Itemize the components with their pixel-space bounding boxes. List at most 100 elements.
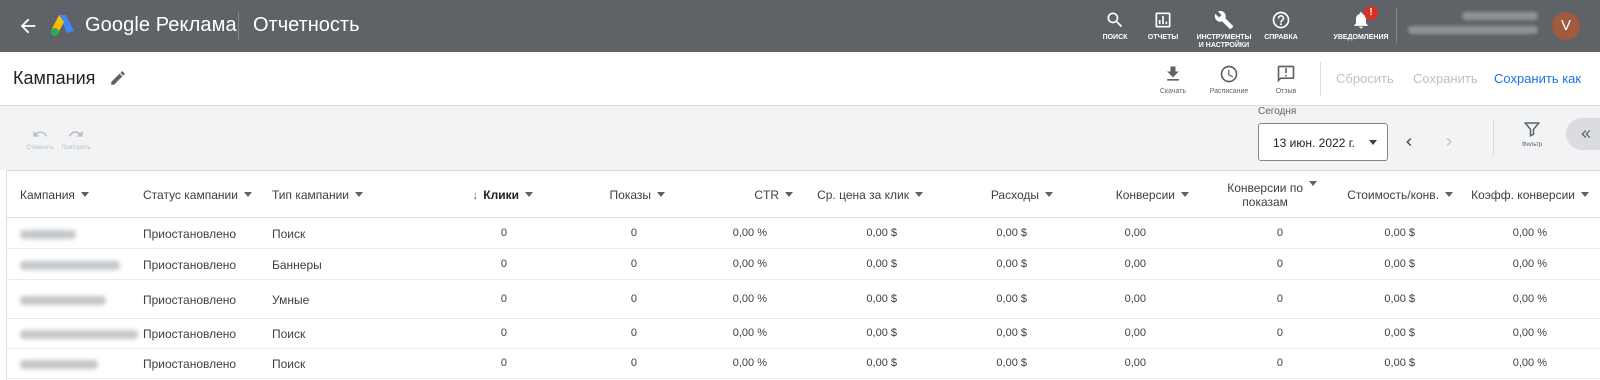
table-row[interactable]: Приостановлено Поиск 0 0 0,00 % 0,00 $ 0,00 $ 0… bbox=[7, 219, 1600, 249]
date-range-picker[interactable]: 13 июн. 2022 г. bbox=[1258, 123, 1388, 161]
col-header-status[interactable]: Статус кампании bbox=[143, 171, 252, 218]
col-header-campaign[interactable]: Кампания bbox=[20, 171, 89, 218]
cost-cell: 0,00 $ bbox=[996, 327, 1027, 339]
impressions-cell: 0 bbox=[630, 293, 637, 305]
chevron-left-icon[interactable] bbox=[1401, 134, 1417, 150]
table-row[interactable]: Приостановлено Поиск 0 0 0,00 % 0,00 $ 0,00 $ 0… bbox=[7, 349, 1600, 379]
cost-cell: 0,00 $ bbox=[996, 258, 1027, 270]
report-toolbar: Отменить Повторить Сегодня 13 июн. 2022 … bbox=[0, 106, 1600, 170]
status-cell: Приостановлено bbox=[143, 293, 237, 307]
redo-icon bbox=[68, 130, 83, 137]
col-header-avg-cpc[interactable]: Ср. цена за клик bbox=[793, 171, 923, 218]
redo-button[interactable]: Повторить bbox=[56, 126, 96, 151]
campaign-name-cell[interactable] bbox=[20, 296, 106, 308]
reset-button[interactable]: Сбросить bbox=[1336, 71, 1394, 86]
save-button[interactable]: Сохранить bbox=[1413, 71, 1478, 86]
campaign-name-cell[interactable] bbox=[20, 230, 76, 242]
col-header-ctr[interactable]: CTR bbox=[677, 171, 793, 218]
conversions-cell: 0,00 bbox=[1124, 258, 1146, 270]
table-row[interactable]: Приостановлено Баннеры 0 0 0,00 % 0,00 $ 0,00 … bbox=[7, 249, 1600, 280]
filter-button[interactable]: Фильтр bbox=[1515, 120, 1549, 148]
report-title-bar: Кампания Скачать Расписание Отзыв Сброси… bbox=[0, 52, 1600, 106]
help-tool-button[interactable]: СПРАВКА bbox=[1258, 10, 1304, 42]
reports-tool-button[interactable]: ОТЧЕТЫ bbox=[1142, 10, 1184, 42]
conv-rate-cell: 0,00 % bbox=[1512, 357, 1547, 369]
schedule-button[interactable]: Расписание bbox=[1205, 64, 1253, 95]
sort-down-arrow-icon: ↓ bbox=[472, 187, 479, 202]
download-icon bbox=[1167, 66, 1179, 81]
conv-rate-cell: 0,00 % bbox=[1512, 293, 1547, 305]
impressions-cell: 0 bbox=[630, 227, 637, 239]
notifications-tool-button[interactable]: ! УВЕДОМЛЕНИЯ bbox=[1330, 6, 1392, 42]
table-row[interactable]: Приостановлено Умные 0 0 0,00 % 0,00 $ 0,00 $ 0… bbox=[7, 280, 1600, 319]
schedule-icon bbox=[1220, 65, 1238, 83]
status-cell: Приостановлено bbox=[143, 227, 237, 241]
cost-per-conv-cell: 0,00 $ bbox=[1384, 258, 1415, 270]
avg-cpc-cell: 0,00 $ bbox=[866, 258, 897, 270]
chevron-right-icon[interactable] bbox=[1441, 134, 1457, 150]
tools-settings-button[interactable]: ИНСТРУМЕНТЫ И НАСТРОЙКИ bbox=[1196, 10, 1252, 50]
help-tool-label: СПРАВКА bbox=[1264, 34, 1298, 41]
sort-caret-icon bbox=[785, 192, 793, 197]
viewthrough-cell: 0 bbox=[1276, 227, 1283, 239]
avg-cpc-cell: 0,00 $ bbox=[866, 227, 897, 239]
campaign-name-cell[interactable] bbox=[20, 330, 138, 342]
clicks-cell: 0 bbox=[500, 357, 507, 369]
sort-caret-icon bbox=[243, 192, 252, 197]
sort-caret-icon bbox=[354, 192, 363, 197]
back-arrow-icon[interactable] bbox=[17, 15, 39, 37]
page-title: Кампания bbox=[13, 68, 96, 88]
col-header-type[interactable]: Тип кампании bbox=[272, 171, 363, 218]
wrench-icon bbox=[1214, 10, 1234, 30]
search-tool-button[interactable]: ПОИСК bbox=[1098, 10, 1132, 42]
save-as-button[interactable]: Сохранить как bbox=[1494, 71, 1581, 86]
impressions-cell: 0 bbox=[630, 258, 637, 270]
campaign-name-cell[interactable] bbox=[20, 360, 98, 372]
type-cell: Поиск bbox=[272, 227, 306, 241]
feedback-label: Отзыв bbox=[1275, 88, 1297, 95]
sort-caret-icon bbox=[1045, 192, 1053, 197]
ctr-cell: 0,00 % bbox=[732, 293, 767, 305]
collapse-panel-button[interactable] bbox=[1566, 118, 1600, 150]
cost-per-conv-cell: 0,00 $ bbox=[1384, 327, 1415, 339]
download-button[interactable]: Скачать bbox=[1153, 64, 1193, 95]
edit-pencil-icon[interactable] bbox=[109, 69, 127, 87]
avg-cpc-cell: 0,00 $ bbox=[866, 293, 897, 305]
col-header-cost-per-conv[interactable]: Стоимость/конв. bbox=[1317, 171, 1453, 218]
campaign-name-cell[interactable] bbox=[20, 261, 120, 273]
help-icon bbox=[1272, 11, 1290, 29]
type-cell: Поиск bbox=[272, 357, 306, 371]
double-chevron-left-icon bbox=[1581, 130, 1591, 138]
col-header-clicks[interactable]: ↓ Клики bbox=[427, 171, 533, 218]
viewthrough-cell: 0 bbox=[1276, 293, 1283, 305]
feedback-button[interactable]: Отзыв bbox=[1268, 64, 1304, 95]
undo-button[interactable]: Отменить bbox=[20, 126, 60, 151]
cost-cell: 0,00 $ bbox=[996, 227, 1027, 239]
account-info[interactable] bbox=[1408, 12, 1538, 40]
header-divider bbox=[238, 12, 239, 40]
search-icon bbox=[1107, 12, 1123, 28]
table-row[interactable]: Приостановлено Поиск 0 0 0,00 % 0,00 $ 0,00 $ 0… bbox=[7, 319, 1600, 349]
clicks-cell: 0 bbox=[500, 227, 507, 239]
type-cell: Поиск bbox=[272, 327, 306, 341]
cost-cell: 0,00 $ bbox=[996, 293, 1027, 305]
header-separator bbox=[1396, 8, 1397, 44]
viewthrough-cell: 0 bbox=[1276, 357, 1283, 369]
clicks-cell: 0 bbox=[500, 327, 507, 339]
col-header-conv-rate[interactable]: Коэфф. конверсии bbox=[1453, 171, 1589, 218]
ctr-cell: 0,00 % bbox=[732, 327, 767, 339]
brand-name[interactable]: Google Реклама bbox=[85, 14, 237, 37]
conversions-cell: 0,00 bbox=[1124, 327, 1146, 339]
col-header-conversions[interactable]: Конверсии bbox=[1053, 171, 1189, 218]
sort-caret-icon bbox=[657, 192, 665, 197]
clicks-cell: 0 bbox=[500, 293, 507, 305]
col-header-impressions[interactable]: Показы bbox=[547, 171, 665, 218]
status-cell: Приостановлено bbox=[143, 327, 237, 341]
cost-per-conv-cell: 0,00 $ bbox=[1384, 357, 1415, 369]
col-header-cost[interactable]: Расходы bbox=[923, 171, 1053, 218]
reports-tool-label: ОТЧЕТЫ bbox=[1147, 34, 1179, 41]
conversions-cell: 0,00 bbox=[1124, 357, 1146, 369]
avatar[interactable]: V bbox=[1552, 12, 1580, 40]
col-header-viewthrough[interactable]: Конверсии по показам bbox=[1189, 171, 1317, 218]
type-cell: Баннеры bbox=[272, 258, 322, 272]
